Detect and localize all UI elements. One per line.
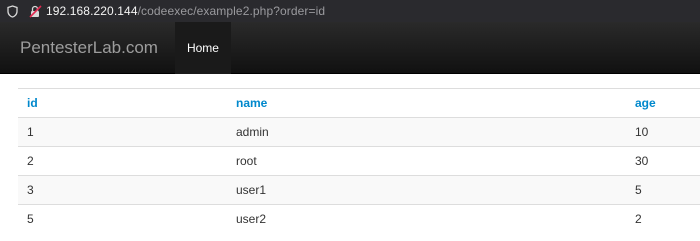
cell-name: user2 — [227, 204, 626, 234]
url-path: /codeexec/example2.php?order=id — [137, 4, 326, 18]
table-row: 5 user2 2 — [18, 204, 700, 234]
column-header-age[interactable]: age — [626, 88, 700, 118]
url-text[interactable]: 192.168.220.144/codeexec/example2.php?or… — [46, 4, 325, 18]
insecure-lock-icon[interactable] — [28, 4, 42, 18]
cell-id: 1 — [18, 117, 227, 147]
brand-link[interactable]: PentesterLab.com — [20, 38, 158, 58]
url-host: 192.168.220.144 — [46, 4, 138, 18]
cell-age: 5 — [626, 175, 700, 205]
top-navbar: PentesterLab.com Home — [0, 21, 700, 74]
cell-age: 2 — [626, 204, 700, 234]
cell-id: 3 — [18, 175, 227, 205]
nav-item-home[interactable]: Home — [174, 21, 231, 74]
cell-age: 30 — [626, 146, 700, 176]
table-header-row: id name age — [18, 88, 700, 118]
table-row: 2 root 30 — [18, 146, 700, 176]
cell-age: 10 — [626, 117, 700, 147]
cell-id: 2 — [18, 146, 227, 176]
table-row: 3 user1 5 — [18, 175, 700, 205]
cell-id: 5 — [18, 204, 227, 234]
column-header-id[interactable]: id — [18, 88, 227, 118]
users-table-container: id name age 1 admin 10 2 root 30 3 user1… — [18, 88, 700, 234]
cell-name: root — [227, 146, 626, 176]
cell-name: admin — [227, 117, 626, 147]
browser-url-bar[interactable]: 192.168.220.144/codeexec/example2.php?or… — [0, 0, 700, 22]
shield-icon[interactable] — [6, 4, 18, 18]
users-table: id name age 1 admin 10 2 root 30 3 user1… — [18, 88, 700, 234]
column-header-name[interactable]: name — [227, 88, 626, 118]
cell-name: user1 — [227, 175, 626, 205]
table-row: 1 admin 10 — [18, 117, 700, 147]
